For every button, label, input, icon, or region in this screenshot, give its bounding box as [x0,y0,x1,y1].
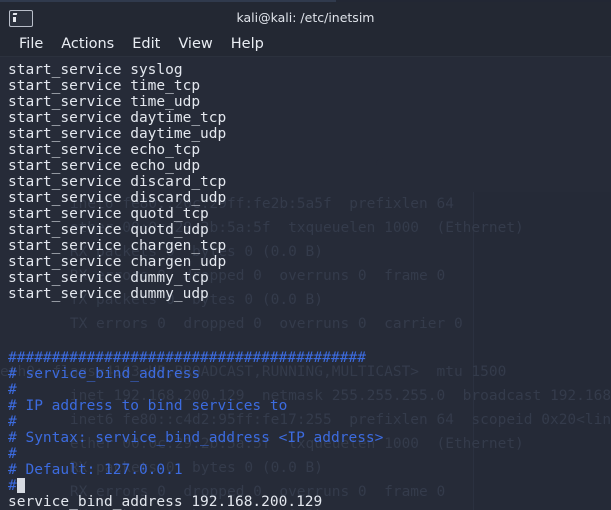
menu-item-help[interactable]: Help [222,35,273,53]
menu-item-view[interactable]: View [169,35,221,53]
terminal-line: start_service discard_tcp [8,174,611,190]
terminal-line: start_service quotd_udp [8,222,611,238]
terminal-line-text: # [8,446,17,462]
terminal-line-text: start_service daytime_udp [8,126,227,142]
terminal-line: start_service echo_udp [8,158,611,174]
terminal-line: # Default: 127.0.0.1 [8,462,611,478]
terminal-line: # IP address to bind services to [8,398,611,414]
terminal-line: # [8,414,611,430]
terminal-line-text: ########################################… [8,350,366,366]
terminal-line: start_service syslog [8,62,611,78]
menu-item-actions[interactable]: Actions [52,35,123,53]
terminal-line: start_service daytime_tcp [8,110,611,126]
terminal-line-text: service_bind_address 192.168.200.129 [8,494,323,510]
terminal-line: # Syntax: service_bind_address <IP addre… [8,430,611,446]
terminal-line-text: start_service chargen_udp [8,254,227,270]
terminal-line-text: # Syntax: service_bind_address <IP addre… [8,430,384,446]
terminal-line: # [8,446,611,462]
terminal-line-text: start_service echo_udp [8,158,201,174]
terminal-line-text: start_service discard_tcp [8,174,227,190]
terminal-line-text: start_service echo_tcp [8,142,201,158]
terminal-line: start_service dummy_tcp [8,270,611,286]
terminal-line: start_service chargen_tcp [8,238,611,254]
terminal-line-text: start_service quotd_tcp [8,206,209,222]
text-cursor [16,478,26,493]
terminal-line [8,334,611,350]
terminal-line-text: start_service dummy_tcp [8,270,209,286]
titlebar-accent-right [336,0,611,2]
terminal-line-text: start_service time_tcp [8,78,201,94]
terminal-line: start_service time_udp [8,94,611,110]
terminal-application-window: inet6 fe80::20c:29ff:fe2b:5a5f prefixlen… [0,0,611,510]
terminal-line [8,318,611,334]
terminal-line: start_service echo_tcp [8,142,611,158]
terminal-line-text: start_service quotd_udp [8,222,209,238]
page-title: kali@kali: /etc/inetsim [236,10,375,25]
foreground-terminal-window: kali@kali: /etc/inetsim File Actions Edi… [0,0,611,510]
terminal-text-area[interactable]: start_service syslog start_service time_t… [0,56,611,510]
terminal-line: # [8,478,611,494]
terminal-line: # [8,382,611,398]
terminal-line-text: # IP address to bind services to [8,398,288,414]
menu-item-edit[interactable]: Edit [123,35,169,53]
terminal-line-text: start_service daytime_tcp [8,110,227,126]
terminal-line: # service_bind_address [8,366,611,382]
terminal-line: ########################################… [8,350,611,366]
terminal-line: start_service discard_udp [8,190,611,206]
terminal-line-text: start_service discard_udp [8,190,227,206]
terminal-line-text [8,334,17,350]
terminal-line-text: # [8,478,17,494]
terminal-line-text: # Default: 127.0.0.1 [8,462,183,478]
titlebar-accent-left [0,0,336,2]
terminal-line: start_service chargen_udp [8,254,611,270]
terminal-line-text: # service_bind_address [8,366,201,382]
terminal-line-text: start_service time_udp [8,94,201,110]
terminal-line: service_bind_address 192.168.200.129 [8,494,611,510]
menu-item-file[interactable]: File [10,35,52,53]
terminal-line [8,302,611,318]
terminal-line-text: # [8,414,17,430]
terminal-line: start_service quotd_tcp [8,206,611,222]
menubar: File Actions Edit View Help [0,32,611,57]
terminal-line-text: # [8,382,17,398]
terminal-line: start_service daytime_udp [8,126,611,142]
titlebar[interactable]: kali@kali: /etc/inetsim [0,0,611,32]
terminal-line: start_service time_tcp [8,78,611,94]
terminal-lines: start_service syslog start_service time_t… [8,62,611,510]
terminal-line-text: start_service dummy_udp [8,286,209,302]
terminal-line-text: start_service chargen_tcp [8,238,227,254]
terminal-line-text [8,318,17,334]
terminal-line-text: start_service syslog [8,62,183,78]
terminal-line-text [8,302,17,318]
terminal-line: start_service dummy_udp [8,286,611,302]
